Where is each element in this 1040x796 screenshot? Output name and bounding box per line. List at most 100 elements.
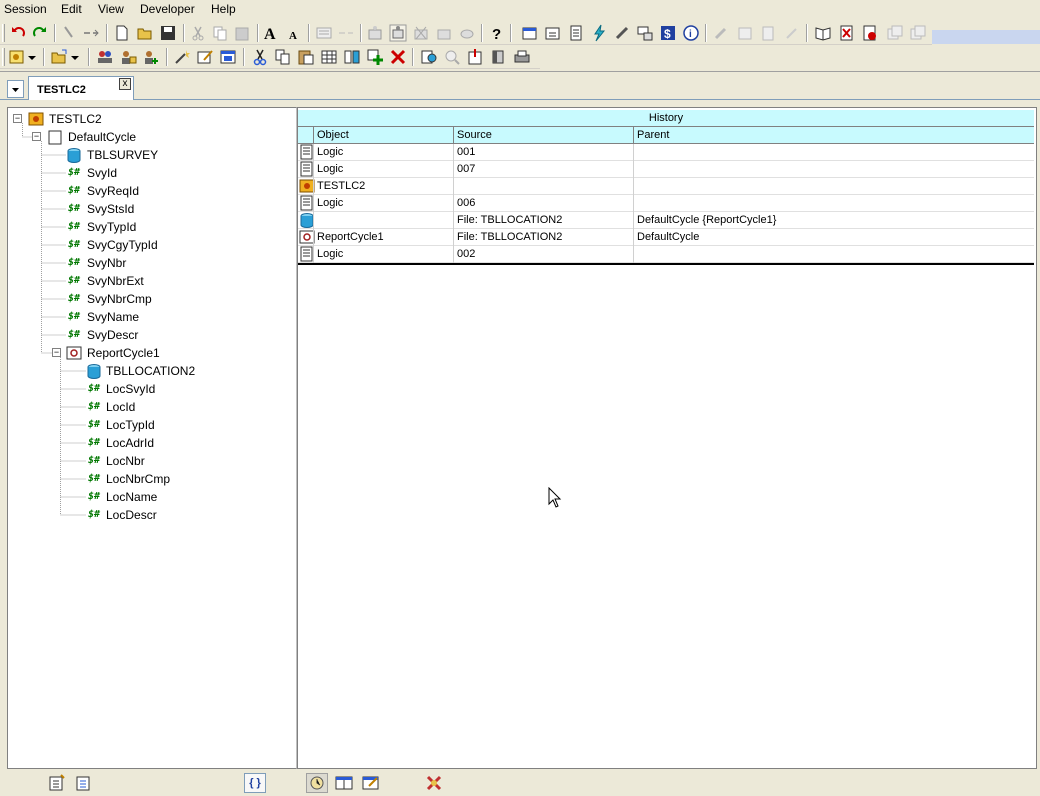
help-icon[interactable]: ? bbox=[487, 24, 505, 42]
dollar-icon[interactable]: $ bbox=[659, 24, 677, 42]
table-row[interactable]: ReportCycle1 File: TBLLOCATION2 DefaultC… bbox=[298, 229, 1034, 246]
run-disabled-icon[interactable] bbox=[366, 24, 384, 42]
document-icon[interactable] bbox=[567, 24, 585, 42]
tab-list-button[interactable] bbox=[7, 80, 24, 98]
font-larger-icon[interactable]: A bbox=[262, 24, 280, 42]
copy-window-disabled-icon[interactable] bbox=[886, 24, 904, 42]
collapse-icon[interactable]: − bbox=[13, 114, 22, 123]
tree-node-tblsurvey[interactable]: TBLSURVEY bbox=[8, 146, 228, 164]
code-braces-button[interactable]: { } bbox=[244, 773, 266, 793]
column-header-parent[interactable]: Parent bbox=[633, 127, 1034, 144]
window-split-icon[interactable] bbox=[334, 773, 354, 793]
tree-properties-icon[interactable] bbox=[47, 773, 67, 793]
cut-disabled-icon[interactable] bbox=[189, 24, 207, 42]
menu-view[interactable]: View bbox=[97, 1, 125, 17]
delete-red-icon[interactable] bbox=[389, 48, 407, 66]
column-header-source[interactable]: Source bbox=[453, 127, 633, 144]
undo-icon[interactable] bbox=[9, 24, 27, 42]
tree-node-field[interactable]: $# SvyNbr bbox=[8, 254, 228, 272]
stop-disabled-icon[interactable] bbox=[412, 24, 430, 42]
tree-node-field[interactable]: $# LocDescr bbox=[8, 506, 228, 524]
session-tree[interactable]: − TESTLC2 − DefaultCycle TBLSURVEY $# Svy… bbox=[7, 107, 297, 769]
copy-disabled-icon[interactable] bbox=[211, 24, 229, 42]
menu-help[interactable]: Help bbox=[210, 1, 237, 17]
paste-icon[interactable] bbox=[297, 48, 315, 66]
open-dropdown-icon[interactable] bbox=[70, 48, 80, 66]
edit-properties-icon[interactable] bbox=[196, 48, 214, 66]
tree-node-field[interactable]: $# SvyNbrCmp bbox=[8, 290, 228, 308]
tree-node-field[interactable]: $# LocNbrCmp bbox=[8, 470, 228, 488]
add-green-icon[interactable] bbox=[366, 48, 384, 66]
find-icon[interactable] bbox=[420, 48, 438, 66]
table-row[interactable]: Logic 002 bbox=[298, 246, 1034, 263]
tool4-disabled-icon[interactable] bbox=[783, 24, 801, 42]
tree-node-field[interactable]: $# LocAdrId bbox=[8, 434, 228, 452]
table-row[interactable]: File: TBLLOCATION2 DefaultCycle {ReportC… bbox=[298, 212, 1034, 229]
table-row[interactable]: Logic 001 bbox=[298, 144, 1034, 161]
menu-developer[interactable]: Developer bbox=[139, 1, 196, 17]
tree-node-field[interactable]: $# LocTypId bbox=[8, 416, 228, 434]
tab-close-button[interactable]: x bbox=[119, 78, 131, 90]
tree-node-field[interactable]: $# SvyReqId bbox=[8, 182, 228, 200]
new-session-dropdown-icon[interactable] bbox=[27, 48, 37, 66]
toolbar-grip[interactable] bbox=[2, 48, 5, 66]
user-add-icon[interactable] bbox=[142, 48, 160, 66]
table-row[interactable]: Logic 006 bbox=[298, 195, 1034, 212]
open-folder-icon[interactable] bbox=[136, 24, 154, 42]
debug-tool-icon[interactable] bbox=[424, 773, 444, 793]
server-icon[interactable] bbox=[636, 24, 654, 42]
toolbar-grip[interactable] bbox=[2, 24, 5, 42]
tree-node-field[interactable]: $# SvyName bbox=[8, 308, 228, 326]
step-icon[interactable] bbox=[82, 24, 100, 42]
window-blue-icon[interactable] bbox=[219, 48, 237, 66]
tree-node-field[interactable]: $# SvyNbrExt bbox=[8, 272, 228, 290]
collapse-icon[interactable]: − bbox=[52, 348, 61, 357]
step-over-disabled-icon[interactable] bbox=[435, 24, 453, 42]
list-disabled-icon[interactable] bbox=[315, 24, 333, 42]
open-icon[interactable] bbox=[50, 48, 68, 66]
tool1-disabled-icon[interactable] bbox=[712, 24, 730, 42]
redo-icon[interactable] bbox=[31, 24, 49, 42]
cut-icon[interactable] bbox=[251, 48, 269, 66]
menu-edit[interactable]: Edit bbox=[60, 1, 83, 17]
window-props-icon[interactable] bbox=[361, 773, 381, 793]
columns-icon[interactable] bbox=[343, 48, 361, 66]
row-selector-header[interactable] bbox=[298, 127, 313, 144]
save-icon[interactable] bbox=[159, 24, 177, 42]
menu-session[interactable]: Session bbox=[3, 1, 48, 17]
delete-doc-icon[interactable] bbox=[838, 24, 856, 42]
column-header-object[interactable]: Object bbox=[313, 127, 453, 144]
history-grid[interactable]: History Object Source Parent Logic 001 L… bbox=[297, 107, 1037, 769]
info-icon[interactable]: i bbox=[682, 24, 700, 42]
font-smaller-icon[interactable]: A bbox=[285, 24, 303, 42]
pointer-icon[interactable] bbox=[60, 24, 78, 42]
new-session-icon[interactable] bbox=[8, 48, 26, 66]
tree-node-root[interactable]: − TESTLC2 bbox=[8, 110, 208, 128]
tree-node-field[interactable]: $# LocId bbox=[8, 398, 228, 416]
stack-icon[interactable] bbox=[489, 48, 507, 66]
tool2-disabled-icon[interactable] bbox=[736, 24, 754, 42]
reset-disabled-icon[interactable] bbox=[458, 24, 476, 42]
collapse-icon[interactable]: − bbox=[32, 132, 41, 141]
new-file-icon[interactable] bbox=[113, 24, 131, 42]
tree-node-field[interactable]: $# LocSvyId bbox=[8, 380, 228, 398]
indent-disabled-icon[interactable] bbox=[337, 24, 355, 42]
tree-sort-icon[interactable] bbox=[74, 773, 94, 793]
print-icon[interactable] bbox=[513, 48, 531, 66]
wand-icon[interactable] bbox=[173, 48, 191, 66]
lightning-icon[interactable] bbox=[590, 24, 608, 42]
tree-node-field[interactable]: $# SvyStsId bbox=[8, 200, 228, 218]
export-icon[interactable] bbox=[466, 48, 484, 66]
tree-node-defaultcycle[interactable]: − DefaultCycle bbox=[8, 128, 228, 146]
tree-node-tbllocation2[interactable]: TBLLOCATION2 bbox=[8, 362, 228, 380]
tool3-disabled-icon[interactable] bbox=[759, 24, 777, 42]
tree-node-field[interactable]: $# SvyId bbox=[8, 164, 228, 182]
table-row[interactable]: Logic 007 bbox=[298, 161, 1034, 178]
find-disabled-icon[interactable] bbox=[443, 48, 461, 66]
tree-node-field[interactable]: $# SvyDescr bbox=[8, 326, 228, 344]
link-icon[interactable] bbox=[613, 24, 631, 42]
tree-node-field[interactable]: $# SvyCgyTypId bbox=[8, 236, 228, 254]
tree-node-field[interactable]: $# LocName bbox=[8, 488, 228, 506]
tree-node-field[interactable]: $# SvyTypId bbox=[8, 218, 228, 236]
users-icon[interactable] bbox=[96, 48, 114, 66]
